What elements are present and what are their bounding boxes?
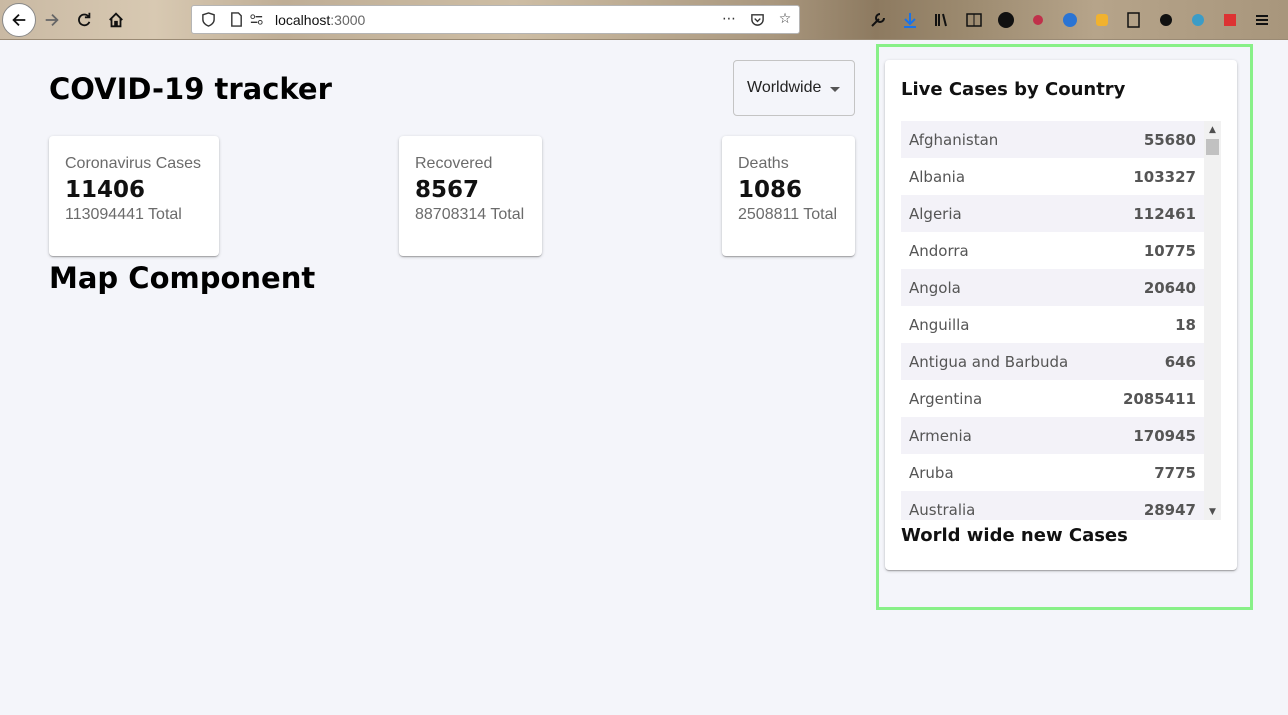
- ext-virus-icon[interactable]: [1026, 8, 1050, 32]
- country-cases: 646: [1164, 352, 1196, 371]
- card-title: Recovered: [415, 155, 493, 172]
- map-heading: Map Component: [49, 261, 316, 295]
- card-cases: 1086: [738, 177, 803, 203]
- page-icon[interactable]: [229, 12, 245, 28]
- card-total: 88708314 Total: [415, 206, 525, 223]
- country-name: Australia: [909, 500, 976, 519]
- country-name: Algeria: [909, 204, 962, 223]
- country-select-value: Worldwide: [747, 79, 822, 96]
- table-row[interactable]: Algeria 112461: [901, 195, 1204, 232]
- library-icon[interactable]: [930, 8, 954, 32]
- country-cases: 112461: [1133, 204, 1196, 223]
- table-row[interactable]: Armenia 170945: [901, 417, 1204, 454]
- country-cases: 20640: [1143, 278, 1196, 297]
- download-icon[interactable]: [898, 8, 922, 32]
- reader-icon[interactable]: [962, 8, 986, 32]
- menu-icon[interactable]: [1250, 8, 1274, 32]
- live-cases-panel: Live Cases by Country Afghanistan 55680 Al…: [885, 60, 1237, 570]
- pocket-icon[interactable]: [749, 11, 765, 27]
- card-total: 2508811 Total: [738, 206, 838, 223]
- browser-toolbar: localhost:3000 ⋯ ☆: [0, 0, 1288, 40]
- country-name: Aruba: [909, 463, 954, 482]
- stat-card-recovered[interactable]: Recovered 8567 88708314 Total: [399, 136, 542, 256]
- table-row[interactable]: Afghanistan 55680: [901, 121, 1204, 158]
- table-row[interactable]: Andorra 10775: [901, 232, 1204, 269]
- card-title: Coronavirus Cases: [65, 155, 202, 172]
- back-button[interactable]: [2, 3, 36, 37]
- country-cases: 103327: [1133, 167, 1196, 186]
- country-cases: 7775: [1154, 463, 1196, 482]
- scroll-down-icon[interactable]: ▼: [1204, 503, 1221, 520]
- url-text[interactable]: localhost:3000: [275, 12, 365, 28]
- ext-hand-icon[interactable]: [1154, 8, 1178, 32]
- country-name: Andorra: [909, 241, 969, 260]
- country-name: Anguilla: [909, 315, 970, 334]
- ext-globe-icon[interactable]: [1058, 8, 1082, 32]
- stat-card-cases[interactable]: Coronavirus Cases 11406 113094441 Total: [49, 136, 219, 256]
- scrollbar[interactable]: ▲ ▼: [1204, 121, 1221, 520]
- shield-icon[interactable]: [201, 12, 217, 28]
- more-icon[interactable]: ⋯: [721, 11, 737, 27]
- country-name: Argentina: [909, 389, 983, 408]
- country-cases: 18: [1175, 315, 1196, 334]
- scroll-thumb[interactable]: [1206, 139, 1219, 155]
- star-icon[interactable]: ☆: [777, 11, 793, 27]
- extensions-bar: [866, 8, 1274, 32]
- app-title: COVID-19 tracker: [49, 72, 332, 106]
- forward-arrow-icon: [45, 13, 59, 27]
- ext-notes-icon[interactable]: [1122, 8, 1146, 32]
- country-name: Angola: [909, 278, 961, 297]
- url-port: :3000: [330, 11, 366, 28]
- ext-red-icon[interactable]: [1218, 8, 1242, 32]
- url-bar[interactable]: localhost:3000 ⋯ ☆: [191, 5, 800, 34]
- ext-color-icon[interactable]: [1186, 8, 1210, 32]
- wrench-icon[interactable]: [866, 8, 890, 32]
- panel-subtitle: World wide new Cases: [901, 525, 1128, 546]
- forward-button[interactable]: [36, 4, 68, 36]
- country-cases: 55680: [1143, 130, 1196, 149]
- country-cases: 10775: [1143, 241, 1196, 260]
- country-name: Albania: [909, 167, 966, 186]
- table-row[interactable]: Albania 103327: [901, 158, 1204, 195]
- card-cases: 11406: [65, 177, 146, 203]
- ext-yellow-icon[interactable]: [1090, 8, 1114, 32]
- stat-card-deaths[interactable]: Deaths 1086 2508811 Total: [722, 136, 855, 256]
- country-rows: Afghanistan 55680 Albania 103327 Algeria 1124…: [901, 121, 1221, 520]
- home-button[interactable]: [100, 4, 132, 36]
- table-row[interactable]: Antigua and Barbuda 646: [901, 343, 1204, 380]
- country-cases: 28947: [1143, 500, 1196, 519]
- table-row[interactable]: Argentina 2085411: [901, 380, 1204, 417]
- table-row[interactable]: Anguilla 18: [901, 306, 1204, 343]
- permissions-icon[interactable]: [249, 12, 265, 28]
- card-cases: 8567: [415, 177, 480, 203]
- table-row[interactable]: Australia 28947: [901, 491, 1204, 520]
- chevron-down-icon: [830, 87, 840, 92]
- card-title: Deaths: [738, 155, 789, 172]
- url-host: localhost: [275, 11, 331, 28]
- country-select[interactable]: Worldwide: [733, 60, 855, 116]
- country-name: Afghanistan: [909, 130, 999, 149]
- reload-button[interactable]: [68, 4, 100, 36]
- table-row[interactable]: Aruba 7775: [901, 454, 1204, 491]
- back-arrow-icon: [12, 13, 26, 27]
- country-cases: 170945: [1133, 426, 1196, 445]
- reload-icon: [78, 12, 91, 27]
- table-row[interactable]: Angola 20640: [901, 269, 1204, 306]
- ext-dark-icon[interactable]: [994, 8, 1018, 32]
- card-total: 113094441 Total: [65, 206, 182, 223]
- home-icon: [109, 12, 123, 28]
- panel-title: Live Cases by Country: [901, 79, 1126, 100]
- country-name: Armenia: [909, 426, 972, 445]
- country-cases: 2085411: [1122, 389, 1196, 408]
- scroll-up-icon[interactable]: ▲: [1204, 121, 1221, 138]
- country-table[interactable]: Afghanistan 55680 Albania 103327 Algeria 1124…: [901, 121, 1221, 520]
- country-name: Antigua and Barbuda: [909, 352, 1069, 371]
